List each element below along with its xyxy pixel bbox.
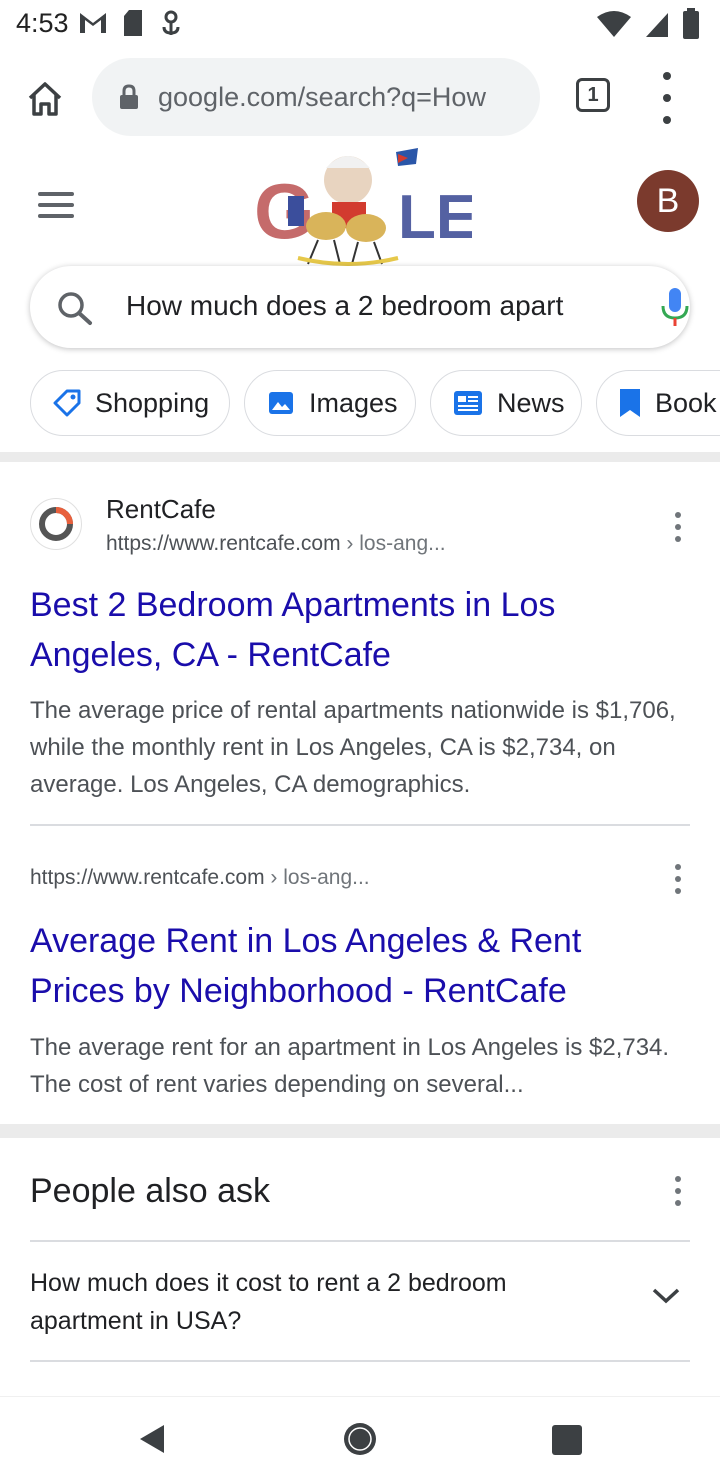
paa-question[interactable]: How much does it cost to rent a 2 bedroo… <box>30 1264 590 1340</box>
search-icon <box>58 292 92 325</box>
paa-divider <box>30 1240 690 1242</box>
image-icon <box>267 389 295 417</box>
result-url-domain: https://www.rentcafe.com <box>30 866 265 889</box>
home-button[interactable] <box>20 74 70 124</box>
chip-books[interactable]: Book <box>596 370 720 436</box>
chip-label: Book <box>655 387 717 418</box>
browser-toolbar: google.com/search?q=How 1 <box>0 48 720 148</box>
system-icons <box>596 8 700 40</box>
result-url-path: › los-ang... <box>340 532 446 555</box>
search-filter-chips: Shopping Images News Book <box>30 370 720 438</box>
google-doodle-logo[interactable]: G LE <box>248 146 472 266</box>
usb-icon <box>162 10 180 35</box>
paa-more-icon[interactable] <box>672 1176 684 1206</box>
result-title-link[interactable]: Best 2 Bedroom Apartments in Los Angeles… <box>30 580 670 680</box>
battery-icon <box>683 8 699 39</box>
android-nav-bar <box>0 1396 720 1480</box>
paa-divider <box>30 1360 690 1362</box>
result-more-icon[interactable] <box>672 864 684 894</box>
search-input[interactable]: How much does a 2 bedroom apart <box>126 290 626 322</box>
mic-icon[interactable] <box>658 286 692 328</box>
chip-news[interactable]: News <box>430 370 582 436</box>
home-circle-icon[interactable] <box>342 1421 378 1457</box>
result-snippet: The average rent for an apartment in Los… <box>30 1034 670 1098</box>
status-bar: 4:53 <box>0 0 720 48</box>
chevron-down-icon[interactable] <box>650 1286 682 1306</box>
tag-icon <box>53 389 81 417</box>
result-site-name: RentCafe <box>106 494 216 524</box>
result-title-link[interactable]: Average Rent in Los Angeles & Rent Price… <box>30 916 670 1016</box>
result-url: https://www.rentcafe.com › los-ang... <box>30 866 370 890</box>
result-url-path: › los-ang... <box>264 866 370 889</box>
address-bar[interactable]: google.com/search?q=How <box>92 58 540 136</box>
result-snippet: The average price of rental apartments n… <box>30 697 676 798</box>
notification-icons <box>78 9 184 37</box>
book-icon <box>619 388 641 418</box>
result-divider <box>30 824 690 826</box>
recent-apps-icon[interactable] <box>552 1425 582 1455</box>
status-time: 4:53 <box>16 8 69 38</box>
search-box[interactable]: How much does a 2 bedroom apart <box>30 266 690 348</box>
chip-label: Images <box>309 387 398 418</box>
signal-icon <box>646 13 668 37</box>
result-title-text[interactable]: Average Rent in Los Angeles & Rent Price… <box>30 922 581 1010</box>
people-also-ask-title: People also ask <box>30 1172 271 1210</box>
news-icon <box>453 390 483 416</box>
chip-shopping[interactable]: Shopping <box>30 370 230 436</box>
rentcafe-favicon-icon <box>30 498 82 550</box>
result-url-domain: https://www.rentcafe.com <box>106 532 341 555</box>
wifi-icon <box>597 11 631 37</box>
back-icon[interactable] <box>136 1423 168 1455</box>
tabs-button[interactable]: 1 <box>576 78 610 112</box>
chip-label: News <box>497 387 565 418</box>
lock-icon <box>114 82 144 112</box>
section-divider <box>0 452 720 462</box>
result-more-icon[interactable] <box>672 512 684 542</box>
result-title-text[interactable]: Best 2 Bedroom Apartments in Los Angeles… <box>30 586 555 674</box>
home-icon <box>28 82 62 116</box>
sd-card-icon <box>124 10 142 36</box>
gmail-icon <box>80 13 106 33</box>
svg-text:LE: LE <box>398 183 472 252</box>
svg-text:G: G <box>254 167 315 255</box>
hamburger-menu-icon[interactable] <box>38 192 74 218</box>
result-url: https://www.rentcafe.com › los-ang... <box>106 532 446 556</box>
more-vert-icon[interactable] <box>652 72 682 124</box>
account-avatar[interactable]: B <box>637 170 699 232</box>
chip-images[interactable]: Images <box>244 370 416 436</box>
section-divider <box>0 1124 720 1138</box>
url-text: google.com/search?q=How <box>158 81 486 112</box>
chip-label: Shopping <box>95 387 210 418</box>
